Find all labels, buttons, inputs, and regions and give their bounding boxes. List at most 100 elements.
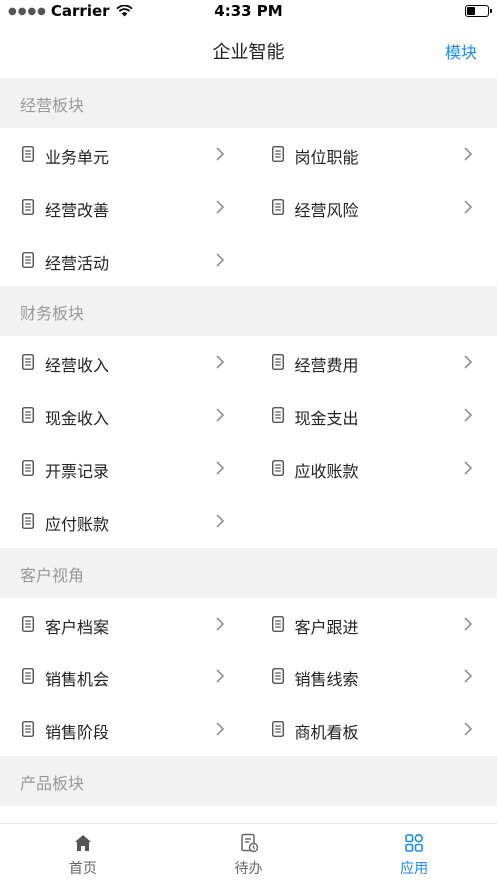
chevron-right-icon xyxy=(463,199,473,215)
menu-item-label: 现金支出 xyxy=(295,405,359,429)
menu-item[interactable]: 商机看板 xyxy=(249,703,497,756)
menu-item-label: 商机看板 xyxy=(295,719,359,743)
empty-cell xyxy=(249,234,497,287)
menu-item[interactable]: 销售阶段 xyxy=(0,703,249,756)
menu-item[interactable]: 销售明细 xyxy=(0,806,249,823)
page-title: 企业智能 xyxy=(0,38,497,64)
menu-item-label: 客户档案 xyxy=(45,614,109,638)
status-bar: ●●●● Carrier 4:33 PM xyxy=(0,0,497,24)
menu-item-label: 经营活动 xyxy=(45,250,109,274)
menu-item-label: 经营收入 xyxy=(45,352,109,376)
tab-todo[interactable]: 待办 xyxy=(166,824,332,884)
menu-item[interactable]: 经营活动 xyxy=(0,234,249,287)
home-icon xyxy=(73,833,93,853)
document-icon xyxy=(272,721,284,737)
sections-container: 经营板块业务单元 岗位职能经营改善 经营风险经营活动财务板块经营收入 经营费用现金收入… xyxy=(0,78,497,823)
section-grid: 销售明细产品类型 xyxy=(0,806,497,823)
menu-item[interactable]: 经营改善 xyxy=(0,181,249,234)
status-time: 4:33 PM xyxy=(0,2,497,20)
menu-item[interactable]: 产品类型 xyxy=(249,806,497,823)
chevron-right-icon xyxy=(215,721,225,737)
chevron-right-icon xyxy=(463,721,473,737)
chevron-right-icon xyxy=(215,199,225,215)
menu-item[interactable]: 开票记录 xyxy=(0,442,249,495)
section-header: 财务板块 xyxy=(0,286,497,336)
tab-apps[interactable]: 应用 xyxy=(331,824,497,884)
menu-item-label: 应收账款 xyxy=(295,458,359,482)
menu-item[interactable]: 客户跟进 xyxy=(249,598,497,651)
chevron-right-icon xyxy=(215,146,225,162)
menu-item-label: 岗位职能 xyxy=(295,144,359,168)
section-header: 经营板块 xyxy=(0,78,497,128)
chevron-right-icon xyxy=(215,616,225,632)
document-icon xyxy=(22,513,34,529)
section-grid: 经营收入 经营费用现金收入 现金支出开票记录 应收账款应付账款 xyxy=(0,336,497,547)
menu-item-label: 开票记录 xyxy=(45,458,109,482)
document-icon xyxy=(22,460,34,476)
menu-list[interactable]: 经营板块业务单元 岗位职能经营改善 经营风险经营活动财务板块经营收入 经营费用现金收入… xyxy=(0,78,497,823)
document-icon xyxy=(272,354,284,370)
menu-item-label: 销售线索 xyxy=(295,666,359,690)
chevron-right-icon xyxy=(463,354,473,370)
chevron-right-icon xyxy=(463,460,473,476)
chevron-right-icon xyxy=(215,407,225,423)
chevron-right-icon xyxy=(463,668,473,684)
battery-icon xyxy=(465,5,489,17)
module-button[interactable]: 模块 xyxy=(445,39,477,63)
menu-item[interactable]: 销售机会 xyxy=(0,650,249,703)
document-icon xyxy=(272,668,284,684)
tab-label: 应用 xyxy=(331,858,497,878)
menu-item[interactable]: 经营风险 xyxy=(249,181,497,234)
document-icon xyxy=(22,668,34,684)
menu-item[interactable]: 现金收入 xyxy=(0,389,249,442)
chevron-right-icon xyxy=(215,513,225,529)
document-icon xyxy=(22,354,34,370)
menu-item-label: 客户跟进 xyxy=(295,614,359,638)
chevron-right-icon xyxy=(215,354,225,370)
menu-item-label: 销售机会 xyxy=(45,666,109,690)
document-icon xyxy=(272,146,284,162)
document-icon xyxy=(22,616,34,632)
document-icon xyxy=(272,199,284,215)
menu-item-label: 业务单元 xyxy=(45,144,109,168)
tab-bar: 首页 待办 应用 xyxy=(0,823,497,884)
document-icon xyxy=(22,252,34,268)
menu-item-label: 销售阶段 xyxy=(45,719,109,743)
document-icon xyxy=(22,146,34,162)
menu-item-label: 应付账款 xyxy=(45,511,109,535)
document-icon xyxy=(22,721,34,737)
navigation-bar: 企业智能 模块 xyxy=(0,24,497,78)
apps-icon xyxy=(404,833,424,853)
menu-item-label: 经营费用 xyxy=(295,352,359,376)
todo-icon xyxy=(239,833,259,853)
menu-item[interactable]: 应收账款 xyxy=(249,442,497,495)
tab-label: 首页 xyxy=(0,858,166,878)
menu-item[interactable]: 应付账款 xyxy=(0,495,249,548)
menu-item-label: 现金收入 xyxy=(45,405,109,429)
menu-item[interactable]: 销售线索 xyxy=(249,650,497,703)
document-icon xyxy=(272,460,284,476)
menu-item[interactable]: 客户档案 xyxy=(0,598,249,651)
chevron-right-icon xyxy=(463,616,473,632)
menu-item[interactable]: 业务单元 xyxy=(0,128,249,181)
menu-item[interactable]: 经营收入 xyxy=(0,336,249,389)
tab-home[interactable]: 首页 xyxy=(0,824,166,884)
menu-item-label: 经营风险 xyxy=(295,197,359,221)
chevron-right-icon xyxy=(463,407,473,423)
menu-item-label: 经营改善 xyxy=(45,197,109,221)
chevron-right-icon xyxy=(463,146,473,162)
section-grid: 业务单元 岗位职能经营改善 经营风险经营活动 xyxy=(0,128,497,286)
empty-cell xyxy=(249,495,497,548)
chevron-right-icon xyxy=(215,668,225,684)
menu-item[interactable]: 岗位职能 xyxy=(249,128,497,181)
tab-label: 待办 xyxy=(166,858,332,878)
section-grid: 客户档案 客户跟进销售机会 销售线索销售阶段 商机看板 xyxy=(0,598,497,756)
document-icon xyxy=(22,199,34,215)
menu-item[interactable]: 经营费用 xyxy=(249,336,497,389)
menu-item[interactable]: 现金支出 xyxy=(249,389,497,442)
document-icon xyxy=(22,407,34,423)
document-icon xyxy=(272,407,284,423)
document-icon xyxy=(272,616,284,632)
chevron-right-icon xyxy=(215,252,225,268)
section-header: 客户视角 xyxy=(0,548,497,598)
